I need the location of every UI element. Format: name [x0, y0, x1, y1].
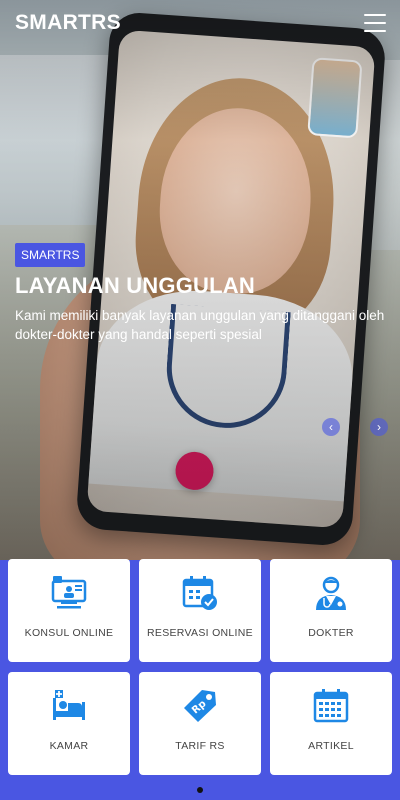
- chevron-left-icon[interactable]: ‹: [322, 418, 340, 436]
- service-card-kamar[interactable]: KAMAR: [8, 672, 130, 775]
- service-label: RESERVASI ONLINE: [147, 627, 253, 639]
- service-label: ARTIKEL: [308, 740, 354, 752]
- page-indicator-dot[interactable]: [197, 787, 203, 793]
- calendar-check-icon: [182, 576, 217, 610]
- brand-logo-text[interactable]: SMARTRS: [15, 11, 121, 35]
- service-label: TARIF RS: [175, 740, 225, 752]
- service-card-artikel[interactable]: ARTIKEL: [270, 672, 392, 775]
- hero-caption: SMARTRS LAYANAN UNGGULAN Kami memiliki b…: [15, 243, 390, 344]
- service-label: DOKTER: [308, 627, 354, 639]
- online-consultation-icon: [51, 576, 87, 609]
- hero-badge: SMARTRS: [15, 243, 86, 267]
- service-card-konsul-online[interactable]: KONSUL ONLINE: [8, 559, 130, 662]
- calendar-grid-icon: [313, 689, 349, 723]
- hospital-bed-icon: [53, 690, 85, 720]
- hero-title: LAYANAN UNGGULAN: [15, 273, 255, 298]
- price-tag-icon: Rp: [184, 690, 216, 722]
- services-grid: KONSUL ONLINE RESERVASI ONLINE DOKTER KA…: [0, 559, 400, 800]
- chevron-right-icon[interactable]: ›: [370, 418, 388, 436]
- service-card-tarif-rs[interactable]: Rp TARIF RS: [139, 672, 261, 775]
- app-header: SMARTRS: [0, 0, 400, 45]
- doctor-icon: [316, 576, 346, 610]
- service-label: KONSUL ONLINE: [24, 627, 114, 639]
- service-label: KAMAR: [49, 740, 89, 752]
- service-card-reservasi-online[interactable]: RESERVASI ONLINE: [139, 559, 261, 662]
- service-card-dokter[interactable]: DOKTER: [270, 559, 392, 662]
- hamburger-menu-icon[interactable]: [364, 14, 386, 32]
- hero-description: Kami memiliki banyak layanan unggulan ya…: [15, 308, 385, 342]
